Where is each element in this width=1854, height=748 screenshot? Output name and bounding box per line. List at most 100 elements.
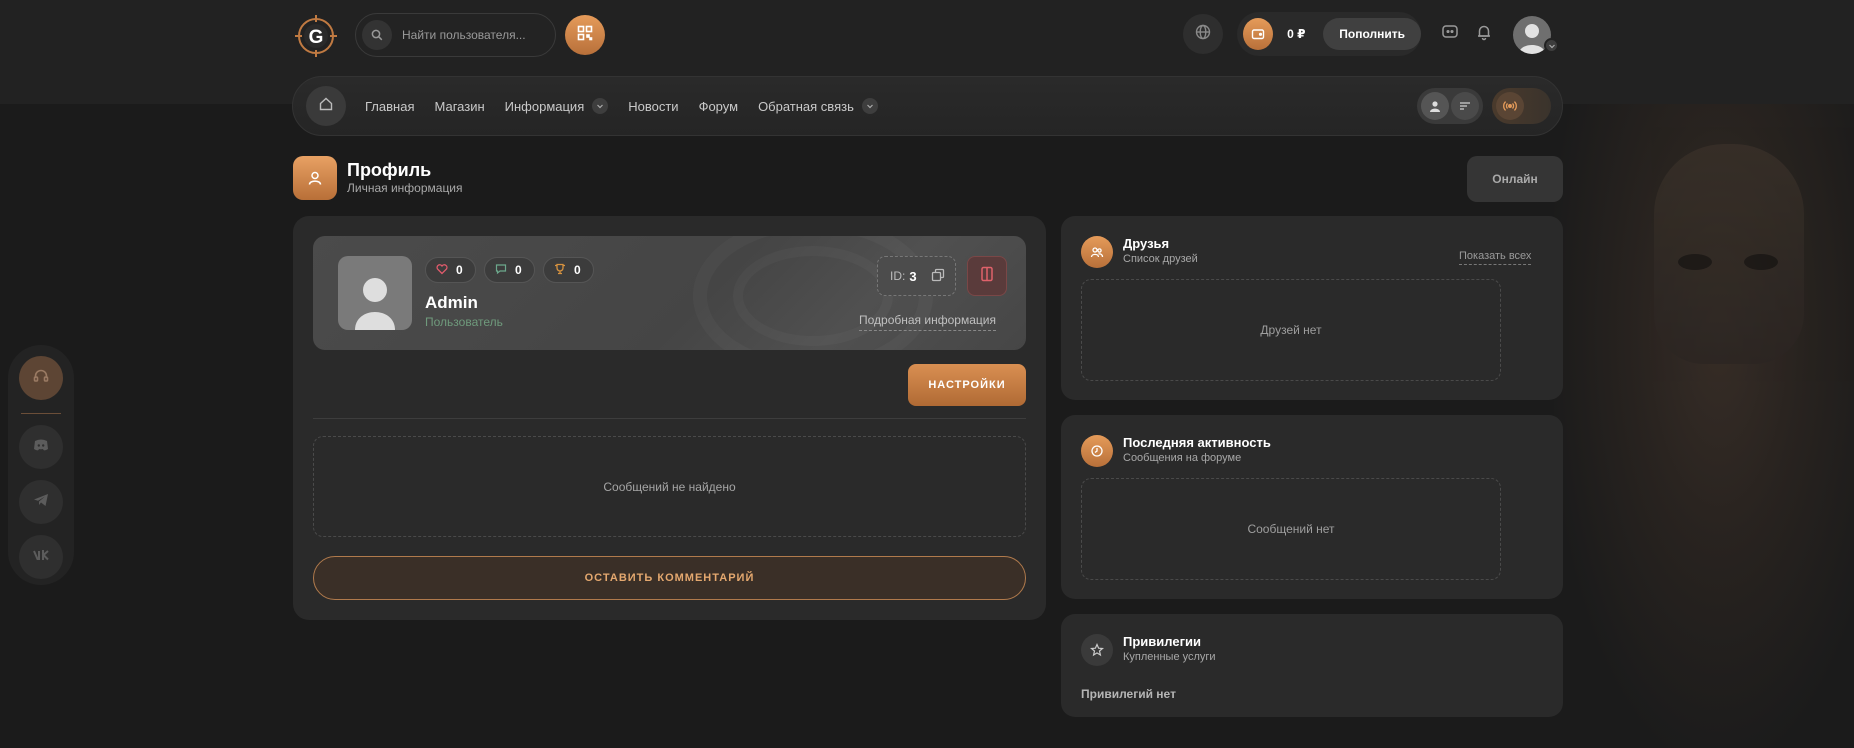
vk-button[interactable] xyxy=(19,535,63,579)
search-bar[interactable] xyxy=(355,13,556,57)
activity-icon xyxy=(1081,435,1113,467)
profile-title-icon xyxy=(293,156,337,200)
leave-comment-button[interactable]: ОСТАВИТЬ КОММЕНТАРИЙ xyxy=(313,556,1026,600)
wallet-icon xyxy=(1243,18,1274,50)
likes-badge: 0 xyxy=(425,257,476,283)
divider xyxy=(313,418,1026,419)
page-subtitle: Личная информация xyxy=(347,181,463,195)
telegram-icon xyxy=(32,491,50,514)
qr-code-button[interactable] xyxy=(565,15,605,55)
copy-icon[interactable] xyxy=(931,268,945,285)
main-nav: Главная Магазин Информация Новости Форум… xyxy=(292,76,1563,136)
friends-empty-state: Друзей нет xyxy=(1081,279,1501,381)
chat-icon xyxy=(1441,23,1459,46)
comment-icon xyxy=(495,263,507,278)
bell-icon xyxy=(1475,23,1493,46)
user-icon xyxy=(1421,92,1449,120)
profile-role: Пользователь xyxy=(425,315,503,329)
delete-button[interactable] xyxy=(967,256,1007,296)
notifications-button[interactable] xyxy=(1474,24,1494,44)
banner-decoration xyxy=(733,246,893,346)
search-input[interactable] xyxy=(402,28,552,42)
broadcast-toggle[interactable] xyxy=(1492,88,1551,124)
broadcast-icon xyxy=(1496,92,1524,120)
globe-icon xyxy=(1195,24,1211,45)
user-id-label: ID: xyxy=(890,269,906,283)
chevron-down-icon xyxy=(592,98,609,114)
vk-icon xyxy=(32,546,50,569)
chevron-down-icon xyxy=(861,98,878,114)
user-id-value: 3 xyxy=(909,268,917,284)
activity-empty-text: Сообщений нет xyxy=(1247,522,1335,536)
wallet-panel: 0 ₽ Пополнить xyxy=(1237,12,1421,56)
user-menu-toggle[interactable] xyxy=(1544,38,1559,53)
social-sidebar xyxy=(8,345,74,585)
comments-count: 0 xyxy=(515,263,522,277)
home-button[interactable] xyxy=(306,86,346,126)
nav-label: Обратная связь xyxy=(758,98,854,114)
qr-icon xyxy=(577,25,593,46)
heart-icon xyxy=(436,263,448,278)
topup-button[interactable]: Пополнить xyxy=(1323,18,1421,50)
sort-icon xyxy=(1451,92,1479,120)
activity-empty-state: Сообщений нет xyxy=(1081,478,1501,580)
nav-item-feedback[interactable]: Обратная связь xyxy=(758,98,878,114)
star-icon xyxy=(1081,634,1113,666)
profile-card: 0 0 0 Admin Пользователь ID: 3 Подробная… xyxy=(293,216,1046,620)
privileges-card: Привилегии Купленные услуги Привилегий н… xyxy=(1061,614,1563,717)
friends-card: Друзья Список друзей Показать всех Друзе… xyxy=(1061,216,1563,400)
nav-item-home[interactable]: Главная xyxy=(365,99,414,114)
nav-item-shop[interactable]: Магазин xyxy=(434,99,484,114)
language-button[interactable] xyxy=(1183,14,1223,54)
discord-button[interactable] xyxy=(19,425,63,469)
nav-item-news[interactable]: Новости xyxy=(628,99,678,114)
friends-icon xyxy=(1081,236,1113,268)
more-info-link[interactable]: Подробная информация xyxy=(859,313,996,331)
support-button[interactable] xyxy=(19,356,63,400)
privileges-subtitle: Купленные услуги xyxy=(1123,651,1216,663)
users-toggle[interactable] xyxy=(1417,88,1483,124)
friends-empty-text: Друзей нет xyxy=(1260,323,1322,337)
nav-item-info[interactable]: Информация xyxy=(505,98,609,114)
search-icon xyxy=(362,20,392,50)
friends-subtitle: Список друзей xyxy=(1123,253,1198,265)
artwork-eye-right xyxy=(1744,254,1778,270)
comments-badge: 0 xyxy=(484,257,535,283)
nav-item-forum[interactable]: Форум xyxy=(699,99,739,114)
user-id-box[interactable]: ID: 3 xyxy=(877,256,956,296)
headset-icon xyxy=(32,367,50,390)
messages-empty-state: Сообщений не найдено xyxy=(313,436,1026,537)
online-button[interactable]: Онлайн xyxy=(1467,156,1563,202)
activity-title: Последняя активность xyxy=(1123,435,1271,450)
friends-title: Друзья xyxy=(1123,236,1170,251)
background-artwork xyxy=(1554,104,1854,748)
messages-button[interactable] xyxy=(1440,24,1460,44)
wallet-balance: 0 ₽ xyxy=(1287,27,1306,41)
chevron-down-icon xyxy=(1548,37,1556,55)
privileges-title: Привилегии xyxy=(1123,634,1201,649)
privileges-empty-text: Привилегий нет xyxy=(1081,687,1176,701)
nav-label: Форум xyxy=(698,98,739,114)
nav-label: Главная xyxy=(365,98,415,114)
settings-button[interactable]: НАСТРОЙКИ xyxy=(908,364,1026,406)
logo-letter: G xyxy=(309,27,324,48)
book-icon xyxy=(980,266,994,287)
activity-card: Последняя активность Сообщения на форуме… xyxy=(1061,415,1563,599)
discord-icon xyxy=(32,436,50,459)
home-icon xyxy=(318,96,334,117)
page-title: Профиль xyxy=(347,160,432,180)
trophies-count: 0 xyxy=(574,263,581,277)
no-messages-text: Сообщений не найдено xyxy=(603,479,736,494)
trophy-icon xyxy=(554,263,566,278)
artwork-eye-left xyxy=(1678,254,1712,270)
profile-avatar xyxy=(338,256,412,330)
profile-username: Admin xyxy=(425,293,478,312)
show-all-friends-link[interactable]: Показать всех xyxy=(1459,250,1532,265)
nav-label: Магазин xyxy=(434,98,485,114)
activity-subtitle: Сообщения на форуме xyxy=(1123,452,1242,464)
site-logo[interactable]: G xyxy=(294,14,338,58)
telegram-button[interactable] xyxy=(19,480,63,524)
nav-label: Новости xyxy=(628,98,679,114)
nav-label: Информация xyxy=(504,98,585,114)
artwork-mask xyxy=(1654,144,1804,364)
